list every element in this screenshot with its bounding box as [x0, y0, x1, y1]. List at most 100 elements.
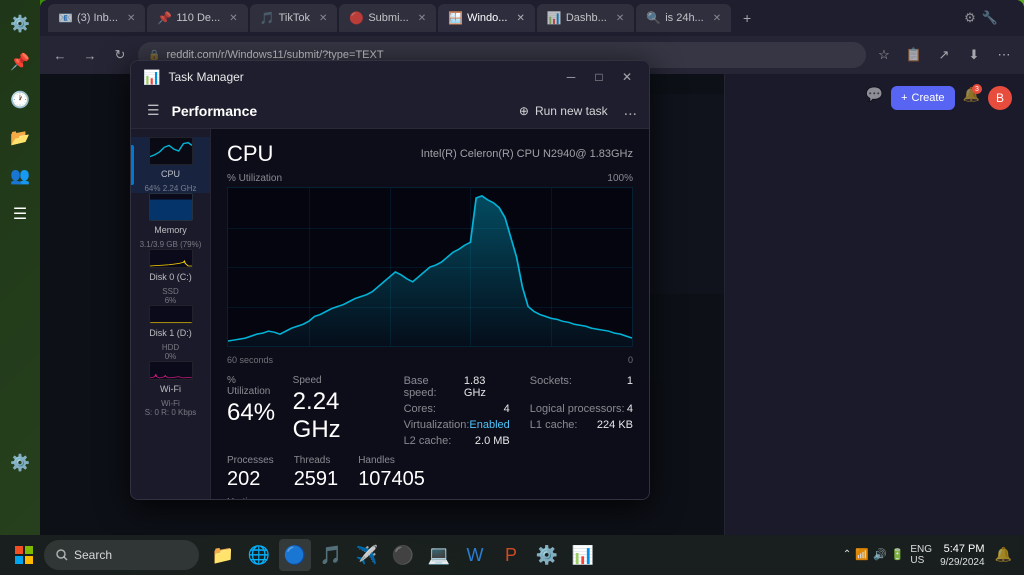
nav-favorites-icon[interactable]: ☆: [872, 43, 896, 67]
tab-close-tiktok[interactable]: ✕: [319, 13, 327, 24]
collection-icon[interactable]: 📂: [4, 122, 36, 154]
windows-sidebar: ⚙️ 📌 🕐 📂 👥 ☰ ⚙️: [0, 0, 40, 535]
taskbar-search-bar[interactable]: Search: [44, 540, 199, 570]
start-button[interactable]: [8, 539, 40, 571]
browser-tab-windows[interactable]: 🪟 Windo... ✕: [438, 4, 535, 32]
browser-tab-submit[interactable]: 🔴 Submi... ✕: [339, 4, 436, 32]
browser-tab-110[interactable]: 📌 110 De... ✕: [147, 4, 247, 32]
handles-stat: Handles 107405: [358, 455, 425, 491]
nav-refresh-button[interactable]: ↻: [108, 43, 132, 67]
tm-close-button[interactable]: ✕: [617, 67, 637, 87]
taskbar-github[interactable]: ⚫: [387, 539, 419, 571]
browser-window-controls: ⚙ 🔧: [956, 10, 1016, 26]
tm-run-new-task-button[interactable]: ⊕ Run new task: [511, 100, 616, 122]
search-icon: [56, 549, 68, 561]
tray-network-icon[interactable]: 📶: [855, 548, 869, 561]
pin-icon[interactable]: 📌: [4, 46, 36, 78]
nav-share-icon[interactable]: ↗: [932, 43, 956, 67]
tm-sidebar-disk1[interactable]: Disk 1 (D:) HDD0%: [131, 305, 210, 361]
processes-stat: Processes 202: [227, 455, 274, 491]
task-manager-window-buttons: ─ □ ✕: [561, 67, 637, 87]
active-indicator: [131, 145, 134, 185]
nav-menu-icon[interactable]: ⋯: [992, 43, 1016, 67]
browser-extensions-icon[interactable]: 🔧: [982, 10, 998, 26]
browser-titlebar: 📧 (3) Inb... ✕ 📌 110 De... ✕ 🎵 TikTok ✕ …: [40, 0, 1024, 36]
cpu-utilization-stat: % Utilization 64%: [227, 375, 281, 447]
tray-chevron-icon[interactable]: ⌃: [843, 549, 851, 560]
new-tab-button[interactable]: +: [739, 10, 755, 26]
clock-date: 9/29/2024: [940, 557, 985, 568]
task-manager-main-content: CPU Intel(R) Celeron(R) CPU N2940@ 1.83G…: [211, 129, 649, 499]
sockets-row: Sockets: 1: [530, 375, 633, 399]
sockets-key: Sockets:: [530, 375, 572, 399]
nav-forward-button[interactable]: →: [78, 43, 102, 67]
nav-collections-icon[interactable]: 📋: [902, 43, 926, 67]
cpu-util-label-row: % Utilization 100%: [227, 173, 633, 184]
tab-close-110[interactable]: ✕: [229, 13, 237, 24]
tm-sidebar-cpu[interactable]: CPU 64% 2.24 GHz: [131, 137, 210, 193]
settings-icon[interactable]: ⚙️: [4, 8, 36, 40]
l2-cache-val: 2.0 MB: [475, 435, 510, 447]
history-icon[interactable]: 🕐: [4, 84, 36, 116]
tray-battery-icon[interactable]: 🔋: [891, 548, 905, 561]
task-manager-window: 📊 Task Manager ─ □ ✕ ☰ Performance ⊕ Run…: [130, 60, 650, 500]
list-icon[interactable]: ☰: [4, 198, 36, 230]
taskbar-edge[interactable]: 🌐: [243, 539, 275, 571]
tm-sidebar-wifi[interactable]: Wi-Fi Wi-FiS: 0 R: 0 Kbps: [131, 361, 210, 417]
tm-more-options-button[interactable]: ...: [624, 102, 637, 120]
cpu-graph-container: [227, 187, 633, 347]
gear-icon[interactable]: ⚙️: [4, 447, 36, 479]
disk1-mini-graph: [149, 305, 193, 324]
tab-close-submit[interactable]: ✕: [418, 13, 426, 24]
virtualization-val: Enabled: [469, 419, 509, 431]
cpu-right-info: Base speed: 1.83 GHz Sockets: 1 Cores: 4: [404, 375, 633, 447]
taskbar-file-explorer[interactable]: 📁: [207, 539, 239, 571]
tm-sidebar-disk0[interactable]: Disk 0 (C:) SSD6%: [131, 249, 210, 305]
browser-settings-icon[interactable]: ⚙: [964, 10, 976, 26]
base-speed-row: Base speed: 1.83 GHz: [404, 375, 510, 399]
browser-tab-tiktok[interactable]: 🎵 TikTok ✕: [250, 4, 338, 32]
taskbar-spotify[interactable]: 🎵: [315, 539, 347, 571]
windows-favicon: 🪟: [448, 11, 462, 25]
cpu-header: CPU Intel(R) Celeron(R) CPU N2940@ 1.83G…: [227, 141, 633, 167]
tab-close-24h[interactable]: ✕: [713, 13, 721, 24]
users-icon[interactable]: 👥: [4, 160, 36, 192]
taskbar-clock[interactable]: 5:47 PM 9/29/2024: [940, 542, 985, 567]
tab-close-dashboard[interactable]: ✕: [616, 13, 624, 24]
nav-download-icon[interactable]: ⬇: [962, 43, 986, 67]
tm-section-title: Performance: [172, 103, 258, 119]
tray-speaker-icon[interactable]: 🔊: [873, 548, 887, 561]
tm-maximize-button[interactable]: □: [589, 67, 609, 87]
tm-sidebar-memory[interactable]: Memory 3.1/3.9 GB (79%): [131, 193, 210, 249]
cores-key: Cores:: [404, 403, 436, 415]
notification-center-button[interactable]: 🔔: [991, 542, 1016, 567]
threads-value: 2591: [294, 468, 339, 491]
browser-tab-dashboard[interactable]: 📊 Dashb... ✕: [537, 4, 634, 32]
taskbar-chrome[interactable]: 🔵: [279, 539, 311, 571]
cpu-sidebar-sublabel: 64% 2.24 GHz: [144, 184, 196, 193]
logical-proc-key: Logical processors:: [530, 403, 625, 415]
tab-close-inbox[interactable]: ✕: [127, 13, 135, 24]
tm-hamburger-menu[interactable]: ☰: [143, 98, 164, 123]
dashboard-favicon: 📊: [547, 11, 561, 25]
browser-tab-inbox[interactable]: 📧 (3) Inb... ✕: [48, 4, 145, 32]
l2-cache-row: L2 cache: 2.0 MB: [404, 435, 510, 447]
taskbar-vscode[interactable]: 💻: [423, 539, 455, 571]
taskbar-word[interactable]: W: [459, 539, 491, 571]
taskbar-telegram[interactable]: ✈️: [351, 539, 383, 571]
taskbar-settings[interactable]: ⚙️: [531, 539, 563, 571]
taskbar-apps: 📁 🌐 🔵 🎵 ✈️ ⚫ 💻 W P ⚙️ 📊: [207, 539, 599, 571]
nav-back-button[interactable]: ←: [48, 43, 72, 67]
browser-tab-24h[interactable]: 🔍 is 24h... ✕: [636, 4, 731, 32]
cpu-info-grid: Base speed: 1.83 GHz Sockets: 1 Cores: 4: [404, 375, 633, 447]
taskbar-powerpoint[interactable]: P: [495, 539, 527, 571]
tab-close-windows[interactable]: ✕: [516, 13, 524, 24]
memory-mini-graph: [149, 193, 193, 221]
tm-minimize-button[interactable]: ─: [561, 67, 581, 87]
taskbar-system-monitor[interactable]: 📊: [567, 539, 599, 571]
cpu-title: CPU: [227, 141, 273, 167]
clock-time: 5:47 PM: [944, 542, 985, 556]
handles-value: 107405: [358, 468, 425, 491]
task-manager-icon: 📊: [143, 69, 160, 86]
logical-proc-row: Logical processors: 4: [530, 403, 633, 415]
